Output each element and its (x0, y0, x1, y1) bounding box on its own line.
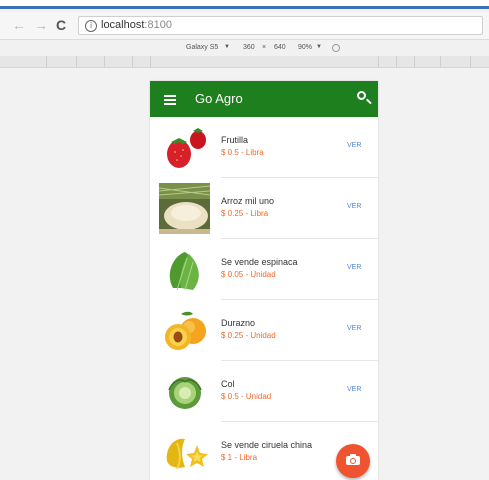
address-bar[interactable]: i localhost:8100 (78, 16, 483, 35)
zoom-select[interactable]: 90% (298, 44, 312, 51)
strawberry-image (167, 128, 206, 168)
rotate-icon[interactable] (332, 44, 340, 52)
cabbage-image (168, 377, 202, 409)
product-name: Se vende espinaca (221, 257, 298, 267)
product-price: $ 0.5 - Libra (221, 148, 264, 157)
view-button[interactable]: VER (347, 264, 361, 271)
view-button[interactable]: VER (347, 325, 361, 332)
device-select[interactable]: Galaxy S5 (186, 44, 218, 51)
device-dropdown-icon[interactable]: ▼ (224, 44, 230, 50)
forward-arrow-icon[interactable]: → (34, 17, 48, 33)
product-name: Frutilla (221, 135, 249, 145)
browser-top-border (0, 0, 489, 9)
product-price: $ 0.05 - Unidad (221, 270, 276, 279)
product-item-arroz[interactable]: Arroz mil uno $ 0.25 - Libra VER (150, 178, 378, 239)
zoom-dropdown-icon[interactable]: ▼ (316, 44, 322, 50)
spinach-image (169, 252, 199, 291)
product-price: $ 0.25 - Libra (221, 209, 269, 218)
product-price: $ 1 - Libra (221, 453, 258, 462)
product-item-frutilla[interactable]: Frutilla $ 0.5 - Libra VER (150, 117, 378, 178)
rice-image (159, 183, 210, 234)
info-icon[interactable]: i (85, 20, 97, 32)
product-item-col[interactable]: Col $ 0.5 - Unidad VER (150, 361, 378, 422)
starfruit-image (166, 438, 208, 470)
view-button[interactable]: VER (347, 386, 361, 393)
product-item-espinaca[interactable]: Se vende espinaca $ 0.05 - Unidad VER (150, 239, 378, 300)
browser-toolbar: ← → C i localhost:8100 (0, 12, 489, 40)
back-arrow-icon[interactable]: ← (12, 17, 26, 33)
reload-icon[interactable]: C (56, 17, 66, 33)
product-price: $ 0.25 - Unidad (221, 331, 276, 340)
app-viewport: Go Agro Frutilla $ 0.5 - Libra VER Arroz… (150, 81, 378, 480)
url-port: :8100 (144, 19, 172, 31)
product-name: Arroz mil uno (221, 196, 275, 206)
app-title: Go Agro (195, 91, 243, 106)
product-name: Col (221, 379, 235, 389)
device-height[interactable]: 640 (274, 44, 286, 51)
url-text: localhost:8100 (101, 19, 172, 31)
camera-icon (346, 454, 360, 465)
product-name: Durazno (221, 318, 256, 328)
menu-icon[interactable] (164, 95, 176, 105)
product-name: Se vende ciruela china (221, 440, 313, 450)
url-host: localhost (101, 19, 145, 31)
device-toolbar: Galaxy S5 ▼ 360 × 640 90% ▼ (0, 40, 489, 56)
app-header: Go Agro (150, 81, 378, 117)
peach-image (165, 311, 206, 350)
view-button[interactable]: VER (347, 142, 361, 149)
product-item-durazno[interactable]: Durazno $ 0.25 - Unidad VER (150, 300, 378, 361)
camera-fab-button[interactable] (336, 444, 370, 478)
device-width[interactable]: 360 (243, 44, 255, 51)
dimension-separator: × (262, 44, 267, 51)
view-button[interactable]: VER (347, 203, 361, 210)
product-price: $ 0.5 - Unidad (221, 392, 272, 401)
search-icon[interactable] (357, 91, 366, 100)
media-query-ruler (0, 56, 489, 68)
